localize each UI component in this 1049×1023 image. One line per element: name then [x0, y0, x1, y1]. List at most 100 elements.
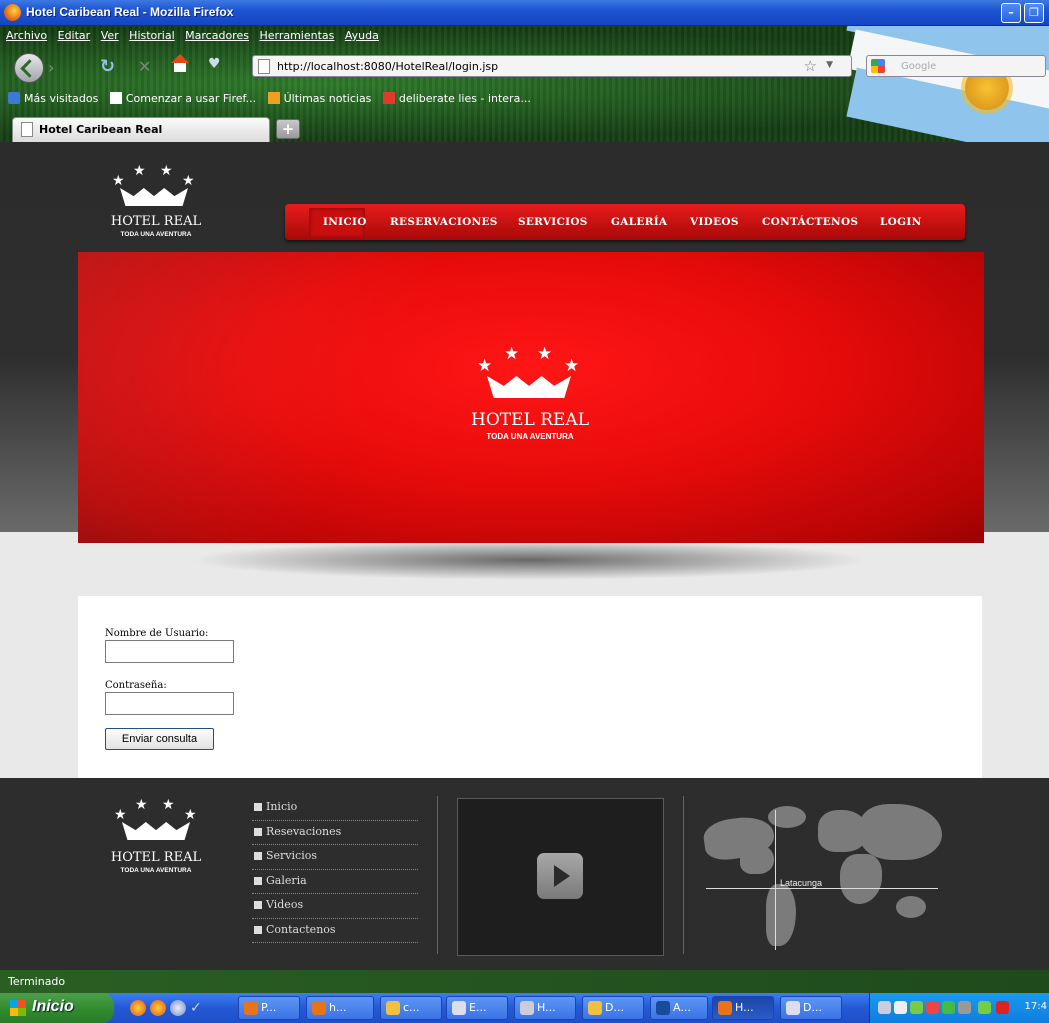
bookmark-ultimas-noticias[interactable]: Últimas noticias: [267, 92, 371, 105]
taskbar-button[interactable]: h...: [306, 996, 374, 1020]
crown-logo-icon[interactable]: ★ ★ ★ ★: [110, 162, 200, 207]
menu-ver[interactable]: Ver: [101, 29, 119, 42]
bookmark-comenzar[interactable]: Comenzar a usar Firef...: [109, 92, 256, 105]
tab-hotel-caribean-real[interactable]: Hotel Caribean Real: [12, 117, 270, 142]
folder-icon: [386, 1001, 400, 1015]
menu-historial[interactable]: Historial: [129, 29, 174, 42]
document-icon: [452, 1001, 466, 1015]
site-footer: ★ ★ ★ ★ HOTEL REAL TODA UNA AVENTURA Ini…: [0, 778, 1049, 970]
volume-icon[interactable]: [894, 1001, 907, 1014]
back-button[interactable]: [14, 53, 44, 83]
firefox-icon: [718, 1001, 732, 1015]
username-label: Nombre de Usuario:: [105, 628, 209, 639]
bookmark-deliberate-lies[interactable]: deliberate lies - intera...: [382, 92, 531, 105]
divider: [437, 796, 438, 954]
banner-shadow: [190, 540, 870, 580]
status-bar: Terminado: [0, 970, 1049, 993]
url-text[interactable]: http://localhost:8080/HotelReal/login.js…: [277, 60, 498, 73]
taskbar: Inicio ✓ P... h... c... E... H... D... A…: [0, 993, 1049, 1023]
dropdown-arrow-icon[interactable]: ▼: [826, 60, 833, 70]
hero-logo-title: HOTEL REAL: [471, 410, 589, 430]
browser-quicklaunch-icon[interactable]: [170, 1000, 186, 1016]
window-title: Hotel Caribean Real - Mozilla Firefox: [26, 5, 234, 19]
footer-logo-subtitle: TODA UNA AVENTURA: [120, 867, 192, 874]
tray-app-icon[interactable]: [942, 1001, 955, 1014]
footer-link-videos[interactable]: Videos: [252, 894, 418, 919]
reload-icon[interactable]: ↻: [100, 56, 115, 77]
menu-marcadores[interactable]: Marcadores: [185, 29, 249, 42]
taskbar-button[interactable]: E...: [446, 996, 508, 1020]
menu-archivo[interactable]: Archivo: [6, 29, 47, 42]
hero-logo-subtitle: TODA UNA AVENTURA: [486, 432, 574, 441]
nav-videos[interactable]: VIDEOS: [690, 216, 739, 228]
nav-servicios[interactable]: SERVICIOS: [518, 216, 588, 228]
main-nav: INICIO RESERVACIONES SERVICIOS GALERÍA V…: [285, 204, 965, 240]
taskbar-button[interactable]: H...: [514, 996, 576, 1020]
password-input[interactable]: [105, 692, 234, 715]
browser-window: Hotel Caribean Real - Mozilla Firefox – …: [0, 0, 1049, 1023]
footer-link-galeria[interactable]: Galeria: [252, 870, 418, 894]
divider: [683, 796, 684, 954]
taskbar-button-active[interactable]: H...: [712, 996, 774, 1020]
antivirus-icon[interactable]: [996, 1001, 1009, 1014]
title-bar: Hotel Caribean Real - Mozilla Firefox – …: [0, 0, 1049, 26]
taskbar-button[interactable]: D...: [582, 996, 644, 1020]
submit-button[interactable]: Enviar consulta: [105, 728, 214, 750]
taskbar-button[interactable]: D...: [780, 996, 842, 1020]
new-tab-button[interactable]: +: [276, 119, 300, 139]
username-input[interactable]: [105, 640, 234, 663]
taskbar-button[interactable]: c...: [380, 996, 442, 1020]
browser-chrome: Archivo Editar Ver Historial Marcadores …: [0, 26, 1049, 142]
taskbar-button[interactable]: P...: [238, 996, 300, 1020]
page-icon: [21, 122, 33, 137]
tray-app-icon[interactable]: [978, 1001, 991, 1014]
play-icon[interactable]: [537, 853, 583, 899]
hero-banner: ★ ★ ★ ★ HOTEL REAL TODA UNA AVENTURA: [78, 252, 984, 543]
network-icon[interactable]: [878, 1001, 891, 1014]
search-box[interactable]: Google: [866, 55, 1046, 77]
menu-herramientas[interactable]: Herramientas: [259, 29, 334, 42]
footer-link-servicios[interactable]: Servicios: [252, 845, 418, 870]
minimize-button[interactable]: –: [1001, 3, 1021, 23]
app-icon: [520, 1001, 534, 1015]
address-bar[interactable]: http://localhost:8080/HotelReal/login.js…: [252, 55, 852, 77]
nav-inicio[interactable]: INICIO: [323, 216, 367, 228]
home-icon[interactable]: [170, 54, 190, 74]
footer-link-inicio[interactable]: Inicio: [252, 796, 418, 821]
crown-logo-icon: ★ ★ ★ ★: [475, 344, 585, 399]
firefox-quicklaunch-icon[interactable]: [130, 1000, 146, 1016]
search-placeholder[interactable]: Google: [901, 61, 936, 72]
misc-quicklaunch-icon[interactable]: ✓: [190, 1000, 206, 1016]
windows-logo-icon: [10, 1000, 26, 1016]
menu-ayuda[interactable]: Ayuda: [345, 29, 379, 42]
footer-link-contactenos[interactable]: Contactenos: [252, 919, 418, 943]
taskbar-button[interactable]: A...: [650, 996, 708, 1020]
clock: 17:4: [1024, 1001, 1047, 1012]
stop-icon[interactable]: ✕: [138, 57, 151, 76]
page-icon: [109, 92, 122, 104]
forward-icon[interactable]: ›: [48, 58, 70, 78]
nav-login[interactable]: LOGIN: [880, 216, 922, 228]
bookmark-icon[interactable]: ♥: [208, 56, 224, 72]
start-label: Inicio: [32, 998, 74, 1015]
tab-strip: Hotel Caribean Real +: [0, 114, 1049, 142]
firefox-quicklaunch-icon[interactable]: [150, 1000, 166, 1016]
map-latitude-line: [706, 888, 938, 889]
video-player[interactable]: [457, 798, 664, 956]
tray-app-icon[interactable]: [910, 1001, 923, 1014]
footer-logo-title: HOTEL REAL: [110, 850, 202, 865]
nav-galeria[interactable]: GALERÍA: [611, 216, 667, 228]
footer-link-resevaciones[interactable]: Resevaciones: [252, 821, 418, 845]
start-button[interactable]: Inicio: [0, 993, 114, 1023]
star-icon[interactable]: ☆: [804, 57, 817, 75]
tray-app-icon[interactable]: [926, 1001, 939, 1014]
folder-icon: [8, 92, 20, 104]
tray-app-icon[interactable]: [958, 1001, 971, 1014]
nav-contactenos[interactable]: CONTÁCTENOS: [762, 216, 858, 228]
google-icon[interactable]: [871, 59, 885, 73]
menu-editar[interactable]: Editar: [58, 29, 91, 42]
bookmark-mas-visitados[interactable]: Más visitados: [8, 92, 98, 105]
nav-reservaciones[interactable]: RESERVACIONES: [390, 216, 498, 228]
maximize-button[interactable]: ❐: [1024, 3, 1044, 23]
map-city-label: Latacunga: [780, 878, 823, 888]
